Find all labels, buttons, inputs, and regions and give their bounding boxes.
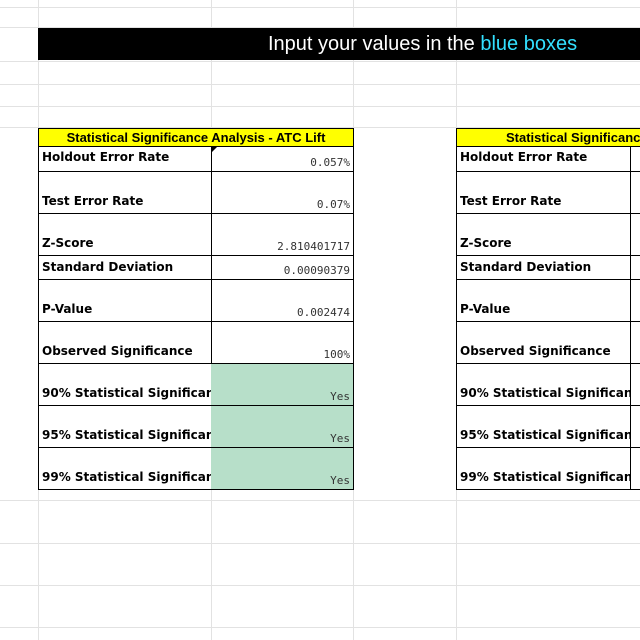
- row-label[interactable]: Z-Score: [38, 214, 212, 255]
- row-label[interactable]: Test Error Rate: [38, 172, 212, 213]
- row-label[interactable]: 90% Statistical Significant: [38, 364, 212, 405]
- table-row: 95% Statistical Significant Yes: [38, 406, 354, 448]
- row-label[interactable]: Observed Significance: [38, 322, 212, 363]
- table-row: Standard Deviation: [456, 256, 640, 280]
- table-row: P-Value 0.002474: [38, 280, 354, 322]
- table-row: 90% Statistical Significant Yes: [38, 364, 354, 406]
- row-label[interactable]: P-Value: [456, 280, 631, 321]
- table-row: Test Error Rate: [456, 172, 640, 214]
- row-value[interactable]: 2.810401717: [211, 214, 354, 255]
- gridline: [0, 84, 640, 85]
- gridline: [0, 500, 640, 501]
- row-value[interactable]: Yes: [211, 448, 354, 489]
- table-title[interactable]: Statistical Significance: [456, 128, 640, 147]
- table-row: Z-Score: [456, 214, 640, 256]
- row-label[interactable]: 90% Statistical Significant: [456, 364, 631, 405]
- table-row: Observed Significance 100%: [38, 322, 354, 364]
- table-title[interactable]: Statistical Significance Analysis - ATC …: [38, 128, 354, 147]
- comment-indicator-icon: [211, 147, 217, 153]
- significance-table-2: Statistical Significance Holdout Error R…: [456, 128, 640, 490]
- row-label[interactable]: Standard Deviation: [456, 256, 631, 279]
- table-row: 99% Statistical Significant: [456, 448, 640, 490]
- row-value[interactable]: 0.057%: [211, 147, 354, 171]
- table-row: Observed Significance: [456, 322, 640, 364]
- row-label[interactable]: Standard Deviation: [38, 256, 212, 279]
- table-row: 99% Statistical Significant Yes: [38, 448, 354, 490]
- gridline: [0, 627, 640, 628]
- row-value[interactable]: 0.00090379: [211, 256, 354, 279]
- gridline: [0, 7, 640, 8]
- table-row: Holdout Error Rate 0.057%: [38, 147, 354, 172]
- table-row: 95% Statistical Significant: [456, 406, 640, 448]
- instruction-banner: Input your values in the blue boxes: [38, 28, 640, 60]
- row-value[interactable]: Yes: [211, 406, 354, 447]
- row-value[interactable]: 0.07%: [211, 172, 354, 213]
- row-label[interactable]: P-Value: [38, 280, 212, 321]
- table-row: Standard Deviation 0.00090379: [38, 256, 354, 280]
- row-label[interactable]: 99% Statistical Significant: [456, 448, 631, 489]
- row-value[interactable]: Yes: [211, 364, 354, 405]
- gridline: [0, 61, 640, 62]
- row-label[interactable]: 95% Statistical Significant: [38, 406, 212, 447]
- row-label[interactable]: Observed Significance: [456, 322, 631, 363]
- banner-text: Input your values in the: [268, 33, 481, 55]
- table-row: P-Value: [456, 280, 640, 322]
- table-row: Z-Score 2.810401717: [38, 214, 354, 256]
- row-label[interactable]: Holdout Error Rate: [456, 147, 631, 171]
- table-row: Holdout Error Rate: [456, 147, 640, 172]
- gridline: [0, 106, 640, 107]
- row-value[interactable]: 100%: [211, 322, 354, 363]
- table-row: Test Error Rate 0.07%: [38, 172, 354, 214]
- row-label[interactable]: Test Error Rate: [456, 172, 631, 213]
- row-label[interactable]: Z-Score: [456, 214, 631, 255]
- table-row: 90% Statistical Significant: [456, 364, 640, 406]
- gridline: [0, 585, 640, 586]
- gridline: [0, 543, 640, 544]
- row-label[interactable]: Holdout Error Rate: [38, 147, 212, 171]
- row-value[interactable]: 0.002474: [211, 280, 354, 321]
- row-label[interactable]: 99% Statistical Significant: [38, 448, 212, 489]
- banner-highlight: blue boxes: [480, 33, 578, 55]
- row-label[interactable]: 95% Statistical Significant: [456, 406, 631, 447]
